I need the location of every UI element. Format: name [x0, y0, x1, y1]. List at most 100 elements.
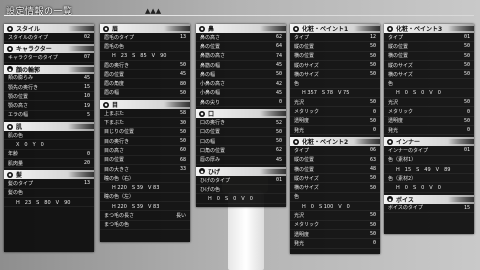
setting-row: 髪のタイプ 13: [4, 179, 94, 189]
setting-label: 発光: [294, 240, 305, 247]
setting-value: 50: [369, 117, 376, 124]
setting-row: スタイルのタイプ 02: [4, 33, 94, 43]
setting-label: 鼻の尖り: [200, 99, 221, 106]
setting-row: H 23 S 80 V 90: [4, 198, 94, 208]
setting-row: 顎先の奥行き 15: [4, 83, 94, 93]
panel-header-label: 肌: [16, 124, 23, 132]
setting-row: 髪の色: [4, 189, 94, 198]
setting-row: 色（素材2）: [384, 174, 474, 184]
setting-label: 色: [294, 194, 300, 201]
setting-label: 口の奥行き: [200, 120, 226, 127]
setting-label: 縦のサイズ: [294, 62, 319, 69]
setting-value: 15: [463, 204, 470, 211]
setting-label: 目じりの位置: [104, 129, 135, 136]
setting-value: 42: [275, 80, 282, 87]
setting-label: エラの幅: [8, 112, 29, 119]
setting-label: 透明度: [294, 231, 310, 238]
setting-value: 50: [463, 52, 470, 59]
setting-label: 眉の位置: [104, 71, 125, 78]
setting-label: 目の大きさ: [104, 166, 130, 173]
panel-style: ◆ スタイル スタイルのタイプ 02: [4, 24, 94, 43]
setting-label: 透明度: [294, 118, 310, 125]
setting-label: スタイルのタイプ: [8, 34, 49, 41]
panel-hair: ◆ 髪髪のタイプ 13 髪の色 H 23 S 80 V 90: [4, 170, 94, 208]
setting-value: 74: [275, 52, 282, 59]
setting-value: 50: [463, 71, 470, 78]
setting-value: 50: [179, 62, 186, 69]
setting-label: 光沢: [294, 99, 305, 106]
title-underline: [4, 15, 474, 16]
panel-header-inner: ◆ インナー: [384, 137, 474, 147]
setting-row: 色: [290, 79, 380, 89]
setting-value: 50: [179, 89, 186, 96]
setting-label: 鼻の高さ: [200, 34, 221, 41]
header-gradient-bar: [68, 26, 94, 31]
setting-value: 62: [275, 147, 282, 154]
setting-row: 肌の色: [4, 131, 94, 141]
setting-value: 50: [369, 99, 376, 106]
bullet-icon: ◆: [7, 25, 13, 32]
setting-value: 48: [369, 166, 376, 172]
setting-value: 07: [83, 54, 90, 61]
setting-row: 横のサイズ 50: [384, 70, 474, 80]
setting-label: X 0 Y 0: [16, 142, 44, 149]
header-gradient-bar: [448, 139, 474, 145]
panel-header-mouth: ◆ 口: [196, 109, 286, 119]
setting-value: 5: [86, 111, 90, 118]
setting-value: 33: [179, 166, 186, 172]
header-gradient-bar: [68, 124, 94, 130]
panel-header-makeup3: ◆ 化粧・ペイント3: [384, 24, 474, 33]
setting-value: 0: [372, 108, 376, 115]
setting-row: 年齢 0: [4, 150, 94, 159]
column-4: ◆ 化粧・ペイント1 タイプ 12 縦の位置 50 横の位置 50 縦のサイズ 50 横のサイズ 50…: [290, 24, 380, 254]
header-gradient-bar: [260, 26, 286, 31]
setting-row: 眉毛の色: [100, 42, 190, 52]
setting-value: 50: [369, 43, 376, 50]
panel-brow: ◆ 眉眉毛のタイプ 13 眉毛の色 H 23 S 85 V 90 眉の奥行き 50 眉の位置 4…: [100, 24, 190, 99]
panel-header-label: 眉: [112, 26, 119, 33]
panel-character: ◆ キャラクター キャラクターのタイプ 07: [4, 44, 94, 63]
setting-row: H 220 S 39 V 83: [100, 183, 190, 193]
setting-row: 下まぶた 30: [100, 118, 190, 128]
setting-label: 眉の幅: [104, 90, 120, 97]
header-gradient-bar: [260, 111, 286, 117]
setting-row: 縦の位置 63: [290, 156, 380, 165]
panel-header-brow: ◆ 眉: [100, 24, 190, 33]
setting-label: 肌の色: [8, 132, 24, 139]
setting-label: 縦の位置: [388, 43, 409, 50]
setting-label: 眉毛のタイプ: [104, 34, 135, 41]
setting-row: 色: [384, 79, 474, 89]
setting-label: 頬の膨らみ: [8, 75, 34, 82]
setting-row: 鼻筋の幅 45: [196, 61, 286, 71]
panel-skin: ◆ 肌肌の色 X 0 Y 0 年齢 0 肌肉量 20: [4, 122, 94, 169]
setting-row: 目の奥行き 50: [100, 137, 190, 147]
setting-row: タイプ 12: [290, 33, 380, 43]
setting-label: 口の位置: [200, 129, 221, 136]
panel-nose: ◆ 鼻鼻の高さ 62 鼻の位置 64 鼻筋の高さ 74 鼻筋の幅 45 鼻の幅 50 小鼻の高さ 42 小…: [196, 24, 286, 108]
panel-header-makeup1: ◆ 化粧・ペイント1: [290, 24, 380, 33]
setting-row: キャラクターのタイプ 07: [4, 53, 94, 63]
setting-label: 鼻の幅: [200, 71, 216, 78]
setting-label: 発光: [294, 127, 305, 134]
setting-label: H 0 S 0 V 0: [396, 185, 441, 192]
setting-row: 横の位置 48: [290, 165, 380, 175]
setting-label: キャラクターのタイプ: [8, 54, 58, 61]
setting-label: 年齢: [8, 151, 19, 158]
setting-row: 発光 0: [290, 239, 380, 249]
setting-value: 50: [179, 138, 186, 145]
setting-label: H 23 S 85 V 90: [112, 53, 167, 60]
setting-row: 縦の位置 50: [290, 42, 380, 52]
panel-header-label: 顔の輪郭: [16, 66, 41, 74]
setting-row: H 23 S 85 V 90: [100, 52, 190, 61]
setting-value: 0: [86, 150, 90, 157]
setting-label: 肌肉量: [8, 160, 24, 167]
setting-row: 顎の位置 10: [4, 92, 94, 102]
setting-row: 縦のサイズ 50: [290, 174, 380, 184]
panel-mouth: ◆ 口口の奥行き 52 口の位置 50 口の幅 50 口角の位置 62 唇の厚み 45: [196, 109, 286, 165]
setting-value: 01: [463, 34, 470, 41]
panel-header-nose: ◆ 鼻: [196, 24, 286, 33]
setting-row: 縦のサイズ 50: [290, 61, 380, 71]
setting-value: 02: [83, 34, 90, 41]
setting-value: 50: [369, 71, 376, 78]
setting-label: 唇の厚み: [200, 157, 221, 164]
